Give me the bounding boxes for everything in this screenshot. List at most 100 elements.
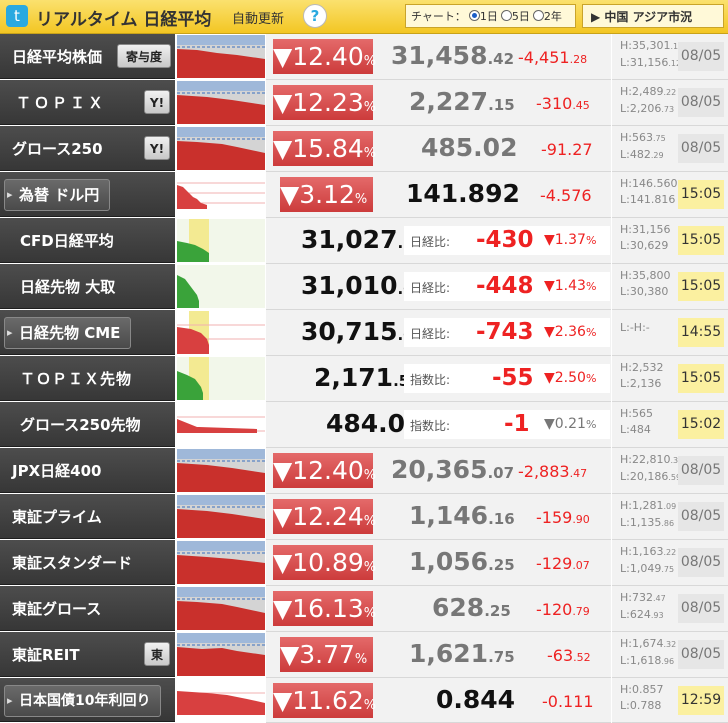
radio-5day-label[interactable]: 5日: [512, 10, 530, 23]
high-low: H:563.75 L:482.29: [620, 131, 666, 161]
sparkline-chart[interactable]: [177, 495, 265, 538]
quote-row-nikkei225: 日経平均株価 寄与度 ▼12.40% 31,458.42 -4,451.28 H…: [0, 34, 728, 80]
futures-diff-box: 指数比: -55 ▼2.50%: [404, 364, 610, 393]
quote-row-topix-futures: ＴＯＰＩＸ先物 2,171.50 指数比:-55▼2.50% H:2,532L:…: [0, 356, 728, 402]
update-time: 14:55: [678, 318, 724, 347]
quote-row-nikkei-futures-cme: 日経先物 CME 30,715.00 日経比:-743▼2.36% L:-H:-…: [0, 310, 728, 356]
change-absolute: -0.111: [542, 692, 594, 711]
quote-row-topix: ＴＯＰＩＸ Y! ▼12.23% 2,227.15 -310.45 H:2,48…: [0, 80, 728, 126]
change-percent-box: ▼3.12%: [280, 177, 373, 212]
change-absolute: -2,883.47: [518, 462, 588, 481]
row-label: 日経先物 大取: [0, 264, 175, 309]
high-low: L:-H:-: [620, 321, 650, 334]
row-label: CFD日経平均: [0, 218, 175, 263]
high-low: H:2,489.22 L:2,206.73: [620, 85, 677, 115]
sparkline-chart[interactable]: [177, 679, 265, 722]
futures-diff-box: 日経比: -448 ▼1.43%: [404, 272, 610, 301]
row-label[interactable]: 日本国債10年利回り: [0, 678, 175, 722]
high-low: H:1,163.22 L:1,049.75: [620, 545, 677, 575]
jgb-button[interactable]: 日本国債10年利回り: [4, 685, 162, 717]
header-bar: t リアルタイム 日経平均 自動更新 ? チャート： 1日 5日 2年 ▶ 中国 アジ…: [0, 0, 728, 34]
high-low: H:35,800 L:30,380: [620, 269, 671, 298]
percent-unit: %: [363, 54, 377, 69]
change-absolute: -4,451.28: [518, 48, 588, 67]
high-low: H:2,532 L:2,136: [620, 361, 664, 390]
twitter-icon[interactable]: t: [6, 5, 28, 27]
quote-values: ▼12.23% 2,227.15 -310.45: [266, 80, 611, 126]
futures-diff-box: 日経比: -430 ▼1.37%: [404, 226, 610, 255]
high-low: H:31,156 L:30,629: [620, 223, 671, 252]
row-name: グロース250先物: [20, 416, 141, 434]
change-absolute: -91.27: [541, 140, 593, 159]
row-label[interactable]: 為替 ドル円: [0, 172, 175, 217]
change-absolute: -120.79: [536, 600, 590, 619]
auto-update-label: 自動更新: [232, 12, 285, 27]
sparkline-chart[interactable]: [177, 311, 265, 354]
row-name: ＴＯＰＩＸ先物: [20, 370, 133, 388]
high-low: H:146.560 L:141.816: [620, 177, 678, 206]
price: 1,146.16: [409, 501, 515, 530]
sparkline-chart[interactable]: [177, 127, 265, 170]
update-time: 15:02: [678, 410, 724, 439]
sparkline-chart[interactable]: [177, 81, 265, 124]
sparkline-chart[interactable]: [177, 403, 265, 446]
yahoo-button[interactable]: Y!: [144, 136, 170, 160]
update-time: 15:05: [678, 226, 724, 255]
sparkline-chart[interactable]: [177, 219, 265, 262]
row-label: JPX日経400: [0, 448, 175, 493]
sparkline-chart[interactable]: [177, 173, 265, 216]
tse-button[interactable]: 東: [144, 642, 170, 666]
update-time: 08/05: [678, 42, 724, 71]
radio-5day[interactable]: [500, 10, 512, 21]
yahoo-button[interactable]: Y!: [144, 90, 170, 114]
row-label: 東証グロース: [0, 586, 175, 631]
change-absolute: -63.52: [547, 646, 591, 665]
high-low: H:22,810.34 L:20,186.59: [620, 453, 684, 483]
sparkline-chart[interactable]: [177, 357, 265, 400]
update-time: 08/05: [678, 594, 724, 623]
page-title: リアルタイム 日経平均: [36, 10, 212, 30]
price: 20,365.07: [391, 455, 515, 484]
quote-values: ▼10.89% 1,056.25 -129.07: [266, 540, 611, 586]
price: 1,621.75: [409, 639, 515, 668]
high-low: H:1,281.09 L:1,135.86: [620, 499, 677, 529]
update-time: 08/05: [678, 88, 724, 117]
radio-1day-label[interactable]: 1日: [480, 10, 498, 23]
update-time: 15:05: [678, 180, 724, 209]
futures-diff-box: 指数比: -1 ▼0.21%: [404, 410, 610, 439]
price: 31,458.42: [391, 41, 515, 70]
row-label: 東証スタンダード: [0, 540, 175, 585]
quote-row-cfd-nikkei: CFD日経平均 31,027.70 日経比:-430▼1.37% H:31,15…: [0, 218, 728, 264]
radio-1day[interactable]: [468, 10, 480, 21]
change-percent-box: ▼16.13%: [273, 591, 376, 626]
quote-values: ▼11.62% 0.844 -0.111: [266, 678, 611, 723]
update-time: 15:05: [678, 272, 724, 301]
help-icon[interactable]: ?: [303, 4, 327, 28]
high-low: H:732.47 L:624.93: [620, 591, 666, 621]
asia-market-link[interactable]: ▶ 中国 アジア市況: [582, 4, 724, 28]
sparkline-chart[interactable]: [177, 449, 265, 492]
row-label: グロース250先物: [0, 402, 175, 447]
contribution-button[interactable]: 寄与度: [117, 44, 171, 68]
usdjpy-button[interactable]: 為替 ドル円: [4, 179, 111, 211]
cme-button[interactable]: 日経先物 CME: [4, 317, 132, 349]
sparkline-chart[interactable]: [177, 633, 265, 676]
sparkline-chart[interactable]: [177, 587, 265, 630]
row-name: 東証スタンダード: [12, 554, 133, 572]
row-name: 日経先物 大取: [20, 278, 116, 296]
radio-2year[interactable]: [532, 10, 544, 21]
row-name: グロース250: [12, 140, 103, 158]
quote-row-nikkei-futures-ose: 日経先物 大取 31,010.00 日経比:-448▼1.43% H:35,80…: [0, 264, 728, 310]
sparkline-chart[interactable]: [177, 265, 265, 308]
sparkline-chart[interactable]: [177, 35, 265, 78]
asia-market-label[interactable]: 中国 アジア市況: [604, 10, 692, 24]
row-name: 東証プライム: [12, 508, 102, 526]
row-label[interactable]: 日経先物 CME: [0, 310, 175, 355]
update-time: 08/05: [678, 456, 724, 485]
radio-2year-label[interactable]: 2年: [544, 10, 562, 23]
high-low: H:1,674.32 L:1,618.96: [620, 637, 677, 667]
change-percent-box: ▼10.89%: [273, 545, 376, 580]
sparkline-chart[interactable]: [177, 541, 265, 584]
update-time: 08/05: [678, 640, 724, 669]
change-percent-box: ▼15.84%: [273, 131, 376, 166]
